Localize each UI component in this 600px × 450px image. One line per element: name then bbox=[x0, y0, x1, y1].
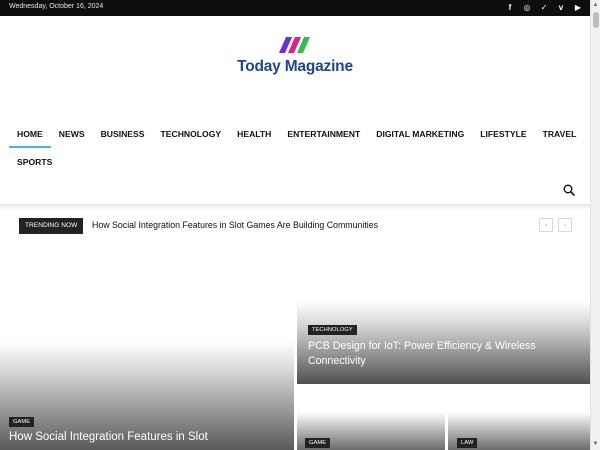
nav-row: HOME NEWS BUSINESS TECHNOLOGY HEALTH ENTERTAI… bbox=[9, 122, 579, 148]
current-date: Wednesday, October 16, 2024 bbox=[9, 3, 104, 10]
scroll-down-icon[interactable]: ▼ bbox=[591, 440, 600, 449]
nav-item-business[interactable]: BUSINESS bbox=[93, 122, 153, 146]
site-name: Today Magazine bbox=[237, 58, 353, 75]
nav-item-lifestyle[interactable]: LIFESTYLE bbox=[472, 122, 534, 146]
trending-prev-button[interactable]: ‹ bbox=[539, 218, 553, 232]
main-nav: HOME NEWS BUSINESS TECHNOLOGY HEALTH ENTERTAI… bbox=[9, 122, 579, 174]
scroll-up-icon[interactable]: ▲ bbox=[591, 1, 600, 10]
nav-item-sports[interactable]: SPORTS bbox=[9, 150, 60, 174]
category-badge[interactable]: TECHNOLOGY bbox=[308, 325, 357, 335]
facebook-icon[interactable]: f bbox=[506, 2, 514, 13]
youtube-icon[interactable]: ▶ bbox=[574, 2, 582, 13]
category-badge[interactable]: GAME bbox=[305, 438, 331, 448]
featured-post-bottom-left[interactable]: GAME bbox=[297, 387, 445, 450]
nav-item-technology[interactable]: TECHNOLOGY bbox=[153, 122, 230, 146]
trending-bar: TRENDING NOW How Social Integration Feat… bbox=[19, 218, 574, 234]
nav-item-digital-marketing[interactable]: DIGITAL MARKETING bbox=[368, 122, 472, 146]
trending-title-link[interactable]: How Social Integration Features in Slot … bbox=[92, 220, 378, 230]
trending-badge: TRENDING NOW bbox=[19, 218, 84, 234]
nav-item-news[interactable]: NEWS bbox=[51, 122, 93, 146]
nav-item-home[interactable]: HOME bbox=[9, 122, 51, 148]
social-links: f ◎ ✓ v ▶ bbox=[506, 2, 582, 13]
scroll-thumb[interactable] bbox=[593, 12, 599, 28]
top-bar: Wednesday, October 16, 2024 f ◎ ✓ v ▶ bbox=[0, 0, 590, 16]
search-icon[interactable] bbox=[563, 184, 575, 196]
post-title[interactable]: PCB Design for IoT: Power Efficiency & W… bbox=[308, 339, 558, 369]
twitter-icon[interactable]: ✓ bbox=[540, 2, 548, 13]
logo-mark-icon bbox=[279, 37, 310, 53]
featured-post-top-right[interactable]: TECHNOLOGY PCB Design for IoT: Power Eff… bbox=[297, 246, 590, 384]
featured-post-main[interactable]: GAME How Social Integration Features in … bbox=[0, 246, 294, 450]
page-scrollbar[interactable]: ▲ ▼ bbox=[590, 0, 600, 450]
nav-item-health[interactable]: HEALTH bbox=[229, 122, 279, 146]
category-badge[interactable]: LAW bbox=[457, 438, 478, 448]
nav-item-entertainment[interactable]: ENTERTAINMENT bbox=[279, 122, 368, 146]
trending-next-button[interactable]: › bbox=[558, 218, 572, 232]
header-divider bbox=[0, 204, 590, 210]
vimeo-icon[interactable]: v bbox=[557, 2, 565, 13]
nav-row: SPORTS bbox=[9, 150, 579, 174]
chevron-left-icon: ‹ bbox=[544, 221, 548, 229]
featured-post-bottom-right[interactable]: LAW bbox=[448, 387, 590, 450]
instagram-icon[interactable]: ◎ bbox=[523, 2, 531, 13]
post-title[interactable]: How Social Integration Features in Slot bbox=[9, 431, 208, 443]
category-badge[interactable]: GAME bbox=[9, 417, 35, 427]
chevron-right-icon: › bbox=[563, 221, 567, 229]
nav-item-travel[interactable]: TRAVEL bbox=[535, 122, 585, 146]
site-logo[interactable]: Today Magazine bbox=[0, 36, 590, 76]
